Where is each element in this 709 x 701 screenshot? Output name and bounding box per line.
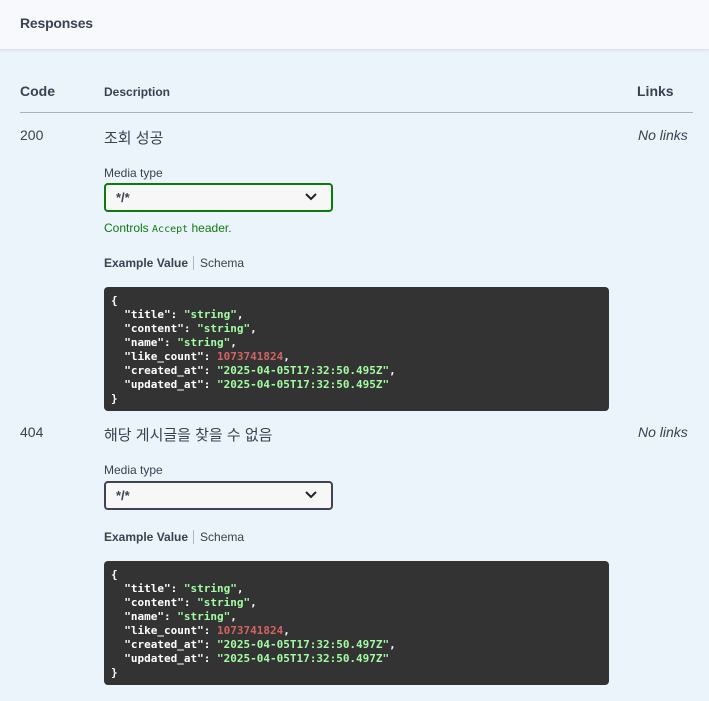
- media-type-label: Media type: [104, 166, 163, 180]
- accept-code: Accept: [152, 224, 189, 235]
- tab-schema[interactable]: Schema: [194, 530, 244, 544]
- brace-open: {: [111, 568, 118, 581]
- example-tabs: Example Value Schema: [104, 256, 244, 270]
- json-string: "2025-04-05T17:32:50.495Z": [216, 364, 390, 377]
- brace-close: }: [111, 666, 118, 679]
- json-string: "string": [183, 582, 237, 595]
- column-header-code: Code: [20, 83, 55, 99]
- media-type-value: */*: [116, 190, 130, 205]
- response-code-404: 404: [20, 424, 44, 440]
- json-string: "string": [197, 322, 251, 335]
- tab-example-value[interactable]: Example Value: [104, 530, 195, 544]
- json-key: "updated_at": [124, 378, 204, 391]
- json-key: "name": [124, 336, 164, 349]
- response-description-404: 해당 게시글을 찾을 수 없음: [104, 427, 273, 444]
- json-key: "created_at": [124, 364, 204, 377]
- controls-suffix: header.: [191, 221, 232, 235]
- brace-open: {: [111, 294, 118, 307]
- json-string: "2025-04-05T17:32:50.497Z": [216, 638, 390, 651]
- tab-schema[interactable]: Schema: [194, 256, 244, 270]
- example-value-code: { "title": "string", "content": "string"…: [104, 287, 609, 411]
- json-key: "name": [124, 610, 164, 623]
- example-value-code: { "title": "string", "content": "string"…: [104, 561, 609, 685]
- controls-accept-hint: Controls Accept header.: [104, 221, 232, 235]
- json-key: "content": [124, 322, 184, 335]
- media-type-value: */*: [116, 488, 130, 503]
- json-string: "string": [177, 336, 231, 349]
- json-key: "content": [124, 596, 184, 609]
- json-string: "string": [177, 610, 231, 623]
- column-header-description: Description: [104, 85, 171, 99]
- json-key: "title": [124, 582, 171, 595]
- column-header-links: Links: [637, 83, 674, 99]
- chevron-down-icon: [305, 193, 317, 201]
- section-title: Responses: [20, 15, 93, 31]
- response-links-200: No links: [638, 127, 688, 143]
- json-key: "like_count": [124, 350, 204, 363]
- header-divider: [20, 112, 693, 113]
- chevron-down-icon: [305, 491, 317, 499]
- media-type-select[interactable]: */*: [104, 481, 333, 510]
- brace-close: }: [111, 392, 118, 405]
- json-number: 1073741824: [216, 350, 284, 363]
- json-string: "2025-04-05T17:32:50.495Z": [216, 378, 390, 391]
- controls-prefix: Controls: [104, 221, 149, 235]
- response-description-200: 조회 성공: [104, 130, 164, 147]
- responses-header: Responses: [0, 0, 709, 50]
- tab-example-value[interactable]: Example Value: [104, 256, 195, 270]
- json-string: "string": [197, 596, 251, 609]
- response-code-200: 200: [20, 127, 44, 143]
- media-type-label: Media type: [104, 463, 163, 477]
- json-key: "like_count": [124, 624, 204, 637]
- json-key: "created_at": [124, 638, 204, 651]
- media-type-select[interactable]: */*: [104, 183, 333, 212]
- response-links-404: No links: [638, 424, 688, 440]
- json-key: "updated_at": [124, 652, 204, 665]
- json-key: "title": [124, 308, 171, 321]
- example-tabs: Example Value Schema: [104, 530, 244, 544]
- json-string: "string": [183, 308, 237, 321]
- json-number: 1073741824: [216, 624, 284, 637]
- json-string: "2025-04-05T17:32:50.497Z": [216, 652, 390, 665]
